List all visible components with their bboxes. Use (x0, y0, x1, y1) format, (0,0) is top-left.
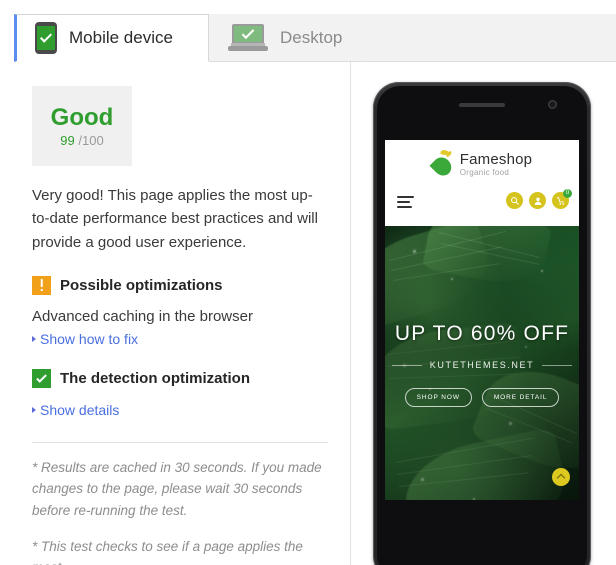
hero-content: UP TO 60% OFF KUTETHEMES.NET SHOP NOW MO… (385, 322, 579, 407)
score-card: Good 99 /100 (32, 86, 132, 166)
hero-subtitle-row: KUTETHEMES.NET (385, 360, 579, 370)
result-panel: Good 99 /100 Very good! This page applie… (14, 62, 616, 565)
site-header: Fameshop Organic food 0 (385, 140, 579, 226)
phone-speaker (459, 103, 505, 107)
score-value: 99 (60, 132, 75, 148)
tab-mobile-device[interactable]: Mobile device (14, 14, 209, 62)
section-title: Possible optimizations (60, 276, 223, 294)
user-account-icon[interactable] (529, 192, 546, 209)
more-detail-button[interactable]: MORE DETAIL (481, 388, 560, 407)
hero-banner: UP TO 60% OFF KUTETHEMES.NET SHOP NOW MO… (385, 226, 579, 500)
mobile-phone-mockup: Fameshop Organic food 0 UP TO 60% OFF KU… (373, 82, 591, 565)
shopping-cart-icon[interactable]: 0 (552, 189, 572, 209)
show-details-label: Show details (40, 401, 120, 418)
shop-now-button[interactable]: SHOP NOW (404, 388, 472, 407)
score-grade: Good (50, 103, 114, 131)
score-max: /100 (78, 132, 104, 148)
phone-screen: Fameshop Organic food 0 UP TO 60% OFF KU… (385, 140, 579, 500)
tab-desktop-label: Desktop (280, 28, 343, 47)
site-logo[interactable]: Fameshop Organic food (429, 149, 533, 180)
device-tab-bar: Mobile device Desktop (0, 0, 616, 62)
hero-subtitle: KUTETHEMES.NET (429, 360, 535, 370)
section-possible-optimizations: Possible optimizations Advanced caching … (32, 275, 326, 347)
hero-title: UP TO 60% OFF (394, 322, 570, 345)
section-body: Advanced caching in the browser (32, 307, 253, 325)
show-how-to-fix-link[interactable]: Show how to fix (32, 331, 326, 347)
cart-count-badge: 0 (563, 189, 572, 198)
score-numbers: 99 /100 (60, 134, 103, 147)
section-title: The detection optimization (60, 369, 250, 387)
page-speed-result-panel: Mobile device Desktop Good 99 /100 Very … (0, 0, 616, 565)
footnote-test: * This test checks to see if a page appl… (32, 538, 303, 565)
arrow-up-icon (556, 473, 566, 482)
hero-buttons: SHOP NOW MORE DETAIL (385, 388, 579, 407)
phone-bezel: Fameshop Organic food 0 UP TO 60% OFF KU… (377, 86, 587, 565)
show-details-link[interactable]: Show details (32, 402, 326, 418)
mobile-check-icon (35, 22, 57, 54)
site-logo-tagline: Organic food (459, 167, 510, 177)
section-detection-optimization: The detection optimization Show details (32, 368, 326, 418)
report-column: Good 99 /100 Very good! This page applie… (14, 62, 344, 565)
scroll-to-top-button[interactable] (552, 468, 570, 486)
caret-right-icon (32, 335, 36, 342)
footnote-cache: * Results are cached in 30 seconds. If y… (32, 459, 322, 518)
section-header: Possible optimizations (32, 275, 326, 295)
preview-column: Fameshop Organic food 0 UP TO 60% OFF KU… (351, 62, 616, 565)
caret-right-icon (32, 406, 36, 413)
check-icon (32, 368, 51, 388)
leaf-drop-logo-icon (429, 149, 455, 180)
header-action-icons: 0 (506, 189, 572, 209)
section-header: The detection optimization (32, 368, 326, 388)
hero-rule-right (542, 364, 573, 366)
search-icon[interactable] (506, 192, 523, 209)
tab-mobile-device-label: Mobile device (69, 28, 173, 47)
divider (32, 441, 328, 443)
phone-camera-icon (548, 100, 557, 109)
hamburger-menu-icon[interactable] (397, 196, 414, 208)
hero-rule-left (391, 364, 422, 366)
summary-text: Very good! This page applies the most up… (32, 187, 318, 251)
warning-icon (32, 275, 51, 295)
site-logo-name: Fameshop (459, 150, 533, 168)
show-how-to-fix-label: Show how to fix (40, 330, 139, 347)
laptop-check-icon (228, 24, 268, 52)
tab-desktop[interactable]: Desktop (209, 14, 364, 62)
